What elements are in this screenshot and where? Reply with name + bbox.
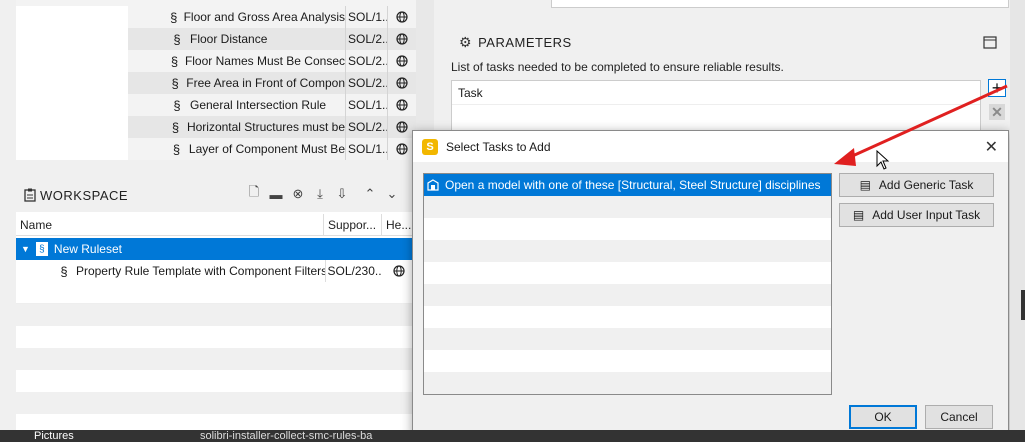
rule-name: General Intersection Rule [190, 98, 327, 112]
globe-icon[interactable] [396, 99, 408, 111]
folder-icon[interactable]: ▬ [268, 186, 284, 202]
taskbar-item-pictures[interactable]: Pictures [34, 430, 74, 442]
workspace-title: WORKSPACE [40, 187, 129, 203]
add-generic-task-label: Add Generic Task [878, 178, 974, 192]
section-icon: § [173, 97, 181, 113]
rule-name: Property Rule Template with Component Fi… [75, 264, 325, 278]
maximize-icon[interactable] [983, 36, 997, 49]
chevron-up-icon[interactable]: ⌃ [362, 186, 378, 202]
column-help[interactable]: He... [382, 214, 416, 235]
section-icon: § [173, 31, 181, 47]
rule-row[interactable]: § Property Rule Template with Component … [16, 260, 416, 282]
rule-row[interactable]: § Floor Distance SOL/2... [16, 28, 416, 50]
download-icon[interactable]: ⤓ [312, 186, 328, 202]
rule-row[interactable]: § Layer of Component Must Be SOL/1... [16, 138, 416, 160]
column-name[interactable]: Name [16, 214, 324, 235]
cancel-label: Cancel [940, 410, 978, 424]
workspace-column-header: Name Suppor... He... [16, 214, 416, 236]
rule-list: § Floor and Gross Area Analysis SOL/1... … [16, 0, 416, 160]
globe-icon[interactable] [396, 55, 408, 67]
rule-support: SOL/2... [346, 72, 388, 94]
clipboard-icon: ▤ [852, 208, 865, 222]
rule-support: SOL/1... [346, 6, 388, 28]
rule-support: SOL/1... [346, 94, 388, 116]
section-icon: § [172, 141, 181, 157]
clipboard-icon: ▤ [859, 178, 871, 192]
add-user-input-task-label: Add User Input Task [872, 208, 981, 222]
rule-name: Floor Distance [190, 32, 268, 46]
rule-row[interactable]: § Floor Names Must Be Consec SOL/2... [16, 50, 416, 72]
section-icon: § [171, 119, 180, 135]
rule-row[interactable]: § Floor and Gross Area Analysis SOL/1... [16, 6, 416, 28]
ruleset-label: New Ruleset [53, 242, 122, 256]
app-logo-icon: S [422, 138, 438, 155]
column-supported[interactable]: Suppor... [324, 214, 382, 235]
workspace-header: WORKSPACE 🗋 ▬ ⊗ ⤓ ⇩ ⌃ ⌄ [16, 178, 416, 212]
rule-name: Horizontal Structures must be [186, 120, 345, 134]
clipboard-icon [24, 188, 36, 202]
taskbar-item-installer[interactable]: solibri-installer-collect-smc-rules-ba [200, 430, 372, 442]
rule-row[interactable]: § Horizontal Structures must be SOL/2... [16, 116, 416, 138]
rule-support: SOL/2... [346, 50, 388, 72]
task-label: Open a model with one of these [Structur… [445, 178, 821, 192]
rule-name: Free Area in Front of Compon [186, 76, 345, 90]
rule-support: SOL/1... [346, 138, 388, 160]
rule-support: SOL/2... [346, 116, 388, 138]
chevron-down-icon[interactable]: ⌄ [384, 186, 400, 202]
section-icon: § [170, 9, 178, 25]
section-icon: § [170, 53, 179, 69]
globe-icon[interactable] [396, 33, 408, 45]
ruleset-icon: § [35, 242, 48, 256]
rule-row[interactable]: § General Intersection Rule SOL/1... [16, 94, 416, 116]
model-icon [427, 179, 439, 191]
rule-row[interactable]: § Free Area in Front of Compon SOL/2... [16, 72, 416, 94]
taskbar: Pictures solibri-installer-collect-smc-r… [0, 430, 1025, 442]
close-circle-icon[interactable]: ⊗ [290, 186, 306, 202]
globe-icon[interactable] [393, 265, 405, 277]
rule-name: Layer of Component Must Be [188, 142, 345, 156]
gear-icon: ⚙ [459, 34, 473, 50]
add-user-input-task-button[interactable]: ▤ Add User Input Task [839, 203, 994, 227]
annotation-arrow [834, 84, 1008, 166]
parameters-title: PARAMETERS [478, 35, 572, 50]
parameters-description: List of tasks needed to be completed to … [451, 60, 784, 74]
ruleset-row[interactable]: ▼ § New Ruleset [16, 238, 416, 260]
globe-icon[interactable] [396, 77, 408, 89]
rule-name: Floor and Gross Area Analysis [183, 10, 345, 24]
globe-icon[interactable] [396, 121, 408, 133]
dialog-title: Select Tasks to Add [446, 139, 551, 154]
globe-icon[interactable] [396, 143, 408, 155]
ok-label: OK [874, 410, 892, 424]
section-icon: § [60, 263, 68, 279]
cancel-button[interactable]: Cancel [925, 405, 993, 429]
rule-name: Floor Names Must Be Consec [184, 54, 345, 68]
globe-icon[interactable] [396, 11, 408, 23]
new-file-icon[interactable]: 🗋 [246, 184, 262, 202]
rule-support: SOL/230... [324, 260, 382, 282]
ok-button[interactable]: OK [849, 405, 917, 429]
expand-arrow-icon[interactable]: ▼ [21, 244, 30, 254]
section-icon: § [171, 75, 179, 91]
task-list-item[interactable]: Open a model with one of these [Structur… [424, 174, 831, 196]
right-edge-panel [1010, 0, 1025, 430]
save-icon[interactable]: ⇩ [334, 186, 350, 202]
cursor-icon [876, 150, 890, 170]
top-input[interactable] [551, 0, 1009, 8]
available-tasks-list: Open a model with one of these [Structur… [423, 173, 832, 395]
rule-support: SOL/2... [346, 28, 388, 50]
workspace-panel: WORKSPACE 🗋 ▬ ⊗ ⤓ ⇩ ⌃ ⌄ Name Suppor... H… [16, 178, 416, 430]
right-scroll-thumb[interactable] [1021, 290, 1025, 320]
